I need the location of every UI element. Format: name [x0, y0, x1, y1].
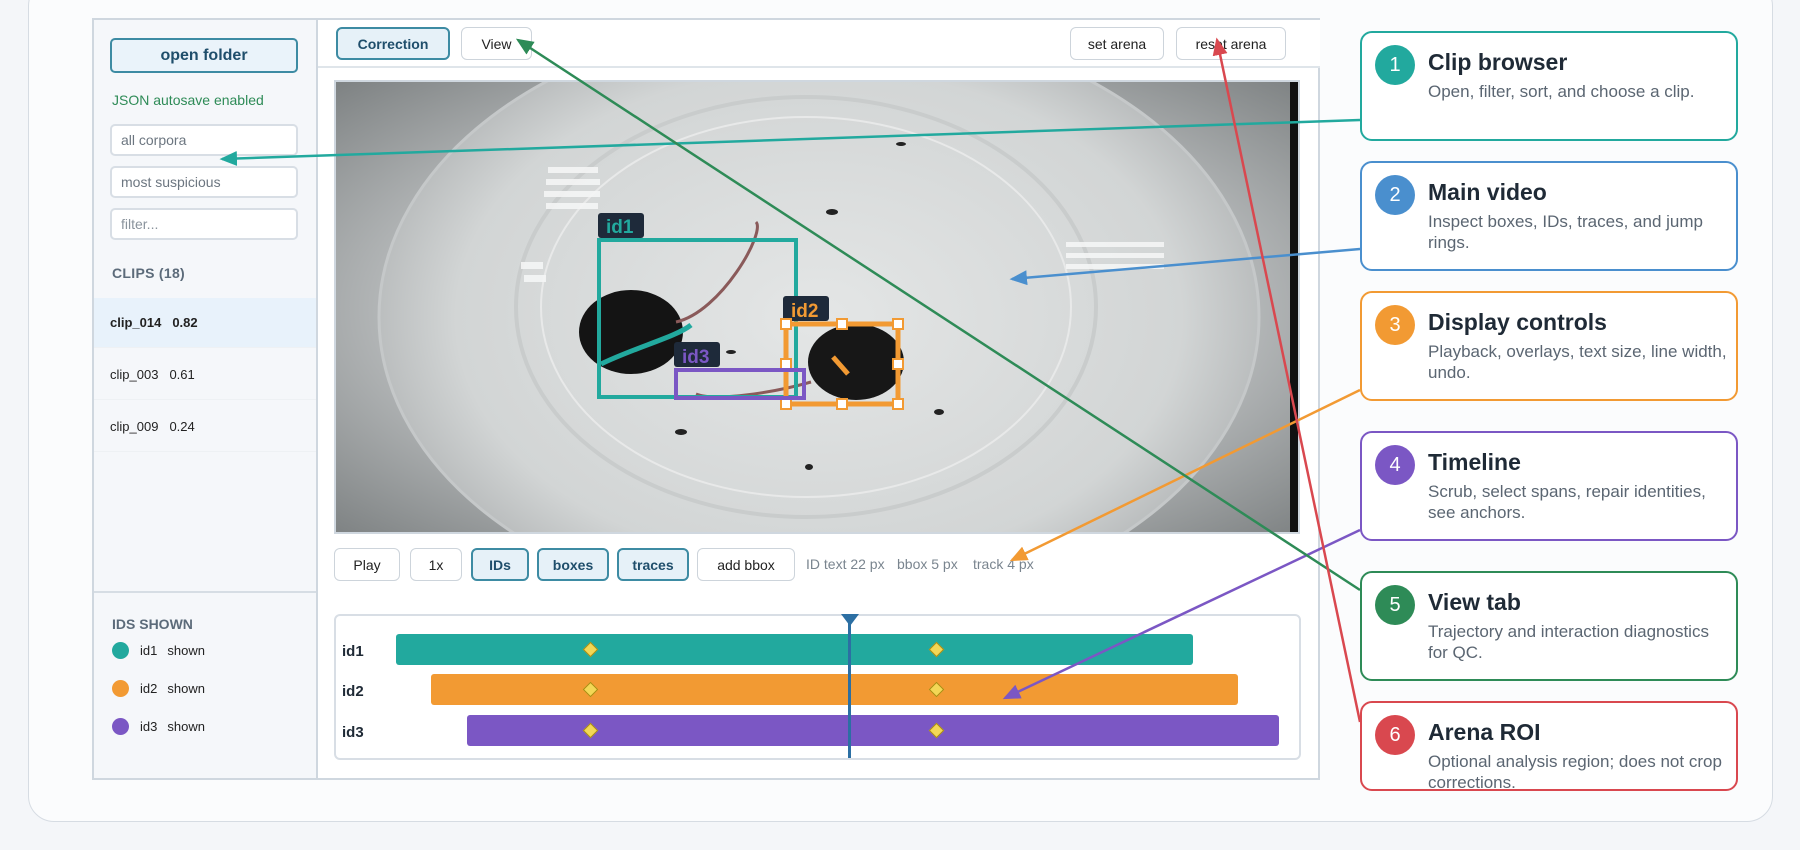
- callout-arrows: [219, 37, 1362, 723]
- arrow-clip-browser: [219, 118, 1361, 166]
- arrow-arena-roi: [1212, 37, 1362, 723]
- arrow-main-video: [1009, 247, 1361, 286]
